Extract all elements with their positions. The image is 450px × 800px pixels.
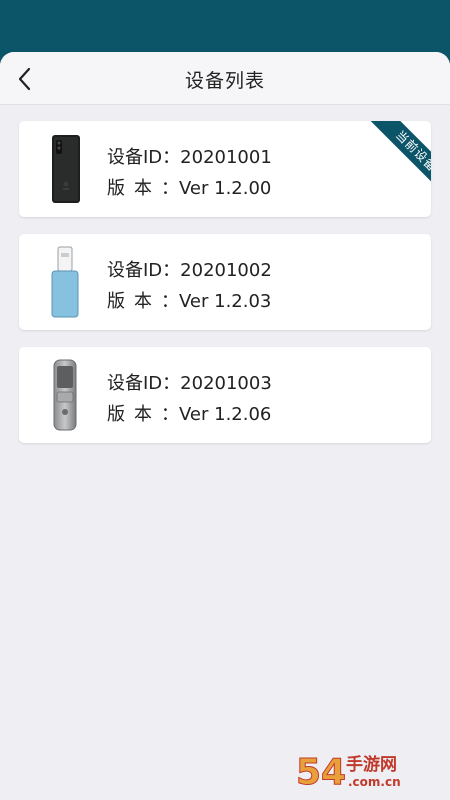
- device-id-line: 设备ID：20201002: [107, 256, 272, 282]
- current-device-badge: 当前设备: [369, 121, 431, 195]
- page-sheet: 设备列表 设备ID：20201001 版本：Ver 1.2.00 当前设备 设备…: [0, 52, 450, 800]
- device-version-label: 版本：: [107, 404, 179, 425]
- black-phone-device-image: [52, 135, 80, 203]
- device-id-line: 设备ID：20201003: [107, 369, 272, 395]
- device-version-line: 版本：Ver 1.2.06: [107, 400, 271, 426]
- device-id-value: 20201002: [180, 260, 272, 281]
- device-id-label: 设备ID：: [107, 260, 181, 281]
- page-title: 设备列表: [184, 70, 265, 92]
- device-version-value: Ver 1.2.00: [179, 178, 272, 199]
- blue-usb-key-device-image: [51, 246, 79, 318]
- device-version-line: 版本：Ver 1.2.00: [107, 174, 271, 200]
- app-header: 设备列表: [0, 52, 450, 105]
- device-id-line: 设备ID：20201001: [107, 143, 272, 169]
- device-card[interactable]: 设备ID：20201001 版本：Ver 1.2.00 当前设备: [19, 121, 431, 217]
- device-version-value: Ver 1.2.03: [179, 291, 272, 312]
- device-version-line: 版本：Ver 1.2.03: [107, 287, 271, 313]
- device-card[interactable]: 设备ID：20201002 版本：Ver 1.2.03: [19, 234, 431, 330]
- silver-door-lock-device-image: [53, 359, 77, 431]
- current-device-ribbon: 当前设备: [357, 121, 431, 195]
- device-id-value: 20201001: [180, 147, 272, 168]
- device-version-label: 版本：: [107, 291, 179, 312]
- watermark-brand: 54: [296, 752, 346, 792]
- device-version-value: Ver 1.2.06: [179, 404, 272, 425]
- watermark-sub: 手游网: [346, 754, 397, 775]
- device-id-label: 设备ID：: [107, 147, 181, 168]
- device-version-label: 版本：: [107, 178, 179, 199]
- site-watermark-logo: 54 手游网 .com.cn: [296, 752, 401, 793]
- device-id-label: 设备ID：: [107, 373, 181, 394]
- device-card[interactable]: 设备ID：20201003 版本：Ver 1.2.06: [19, 347, 431, 443]
- device-id-value: 20201003: [180, 373, 272, 394]
- watermark-domain: .com.cn: [348, 775, 401, 789]
